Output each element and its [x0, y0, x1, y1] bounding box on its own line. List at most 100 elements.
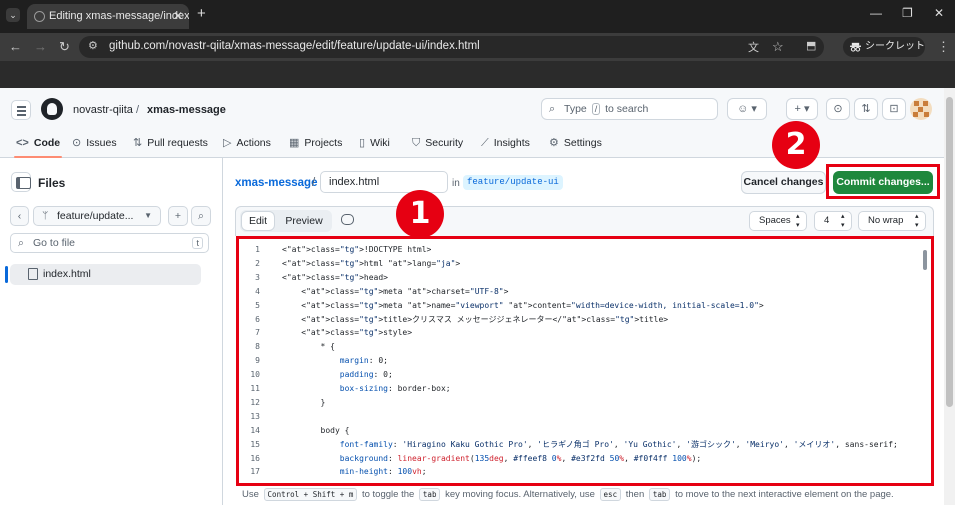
tab-label: Actions [236, 137, 271, 149]
tab-preview[interactable]: Preview [280, 211, 328, 231]
tab-edit[interactable]: Edit [241, 211, 275, 231]
browser-tab-title: Editing xmas-message/index. [49, 10, 189, 22]
pull-requests-icon[interactable]: ⇅ [854, 98, 878, 120]
incognito-icon [850, 42, 861, 52]
breadcrumb-repo[interactable]: xmas-message [147, 104, 226, 116]
tab-label: Security [425, 137, 464, 149]
branch-name: feature/update... [57, 210, 134, 222]
create-new-button[interactable]: + ▾ [786, 98, 818, 120]
incognito-chip[interactable]: シークレット [843, 37, 925, 57]
github-logo-icon[interactable] [41, 98, 63, 120]
list-item[interactable]: index.html [5, 264, 201, 285]
tab-label: Pull requests [147, 137, 208, 149]
hint-text: then [625, 489, 645, 500]
inbox-icon[interactable]: ⊡ [882, 98, 906, 120]
tab-security[interactable]: ⛉ Security [412, 133, 463, 158]
collapse-panel-icon[interactable] [11, 172, 31, 192]
new-tab-icon[interactable]: + [197, 5, 206, 22]
search-prefix: Type [564, 103, 587, 115]
browser-tab[interactable]: Editing xmas-message/index. ✕ [27, 4, 189, 29]
tab-actions[interactable]: ▷ Actions [223, 133, 271, 158]
editor-repo-link[interactable]: xmas-message [235, 177, 317, 189]
hint-key: Control + Shift + m [263, 488, 358, 501]
hint-key: tab [418, 488, 441, 501]
tab-search-icon[interactable]: ⌄ [6, 8, 20, 22]
copilot-icon[interactable] [341, 214, 354, 225]
avatar[interactable] [910, 98, 932, 120]
in-label: in [452, 178, 460, 189]
hint-text: key moving focus. Alternatively, use [445, 489, 595, 500]
branch-badge: feature/update-ui [463, 175, 563, 190]
hint-key: esc [599, 488, 622, 501]
annotation-badge-2: 2 [772, 121, 820, 169]
wrap-mode-select[interactable]: No wrap [858, 211, 926, 231]
branch-selector[interactable]: ᛘ feature/update... ▼ [33, 206, 161, 226]
tab-insights[interactable]: ⟋ Insights [481, 133, 530, 158]
tab-label: Projects [304, 137, 343, 149]
url-text[interactable]: github.com/novastr-qiita/xmas-message/ed… [109, 40, 480, 52]
issues-icon[interactable]: ⊙ [826, 98, 850, 120]
back-chevron-icon[interactable]: ‹ [10, 206, 29, 226]
page-scroll-thumb[interactable] [946, 97, 953, 407]
search-suffix: to search [605, 103, 649, 115]
graph-icon: ⟋ [481, 137, 489, 149]
restore-icon[interactable]: ❐ [902, 6, 913, 20]
indent-size-select[interactable]: 4 [814, 211, 852, 231]
tab-issues[interactable]: ⊙ Issues [72, 133, 117, 158]
minimize-icon[interactable]: — [870, 6, 882, 20]
download-icon[interactable]: ⬒ [806, 39, 816, 52]
browser-tabstrip: ⌄ Editing xmas-message/index. ✕ + — ❐ ✕ [0, 0, 955, 33]
tab-projects[interactable]: ▦ Projects [289, 133, 342, 158]
code-highlight-box [236, 236, 934, 486]
book-icon: ▯ [359, 137, 366, 149]
indent-mode-select[interactable]: Spaces [749, 211, 807, 231]
window-close-icon[interactable]: ✕ [934, 6, 944, 20]
chevron-down-icon: ▼ [144, 211, 152, 220]
github-favicon-icon [34, 11, 45, 22]
file-icon [28, 268, 38, 280]
branch-icon: ᛘ [42, 210, 49, 222]
bookmark-star-icon[interactable]: ☆ [772, 39, 784, 55]
translate-icon[interactable]: 文 [748, 39, 759, 55]
hint-text: to move to the next interactive element … [675, 489, 894, 500]
file-name: index.html [43, 268, 91, 280]
tab-code[interactable]: <> Code [13, 133, 63, 158]
search-icon: ⌕ [18, 237, 24, 249]
search-input[interactable]: ⌕ Type / to search [541, 98, 718, 120]
forward-icon[interactable]: → [34, 39, 47, 54]
site-info-icon[interactable]: ⚙ [88, 39, 98, 52]
hint-text: to toggle the [361, 489, 415, 500]
annotation-badge-1: 1 [396, 190, 444, 238]
shield-icon: ⛉ [412, 137, 421, 149]
play-icon: ▷ [223, 137, 232, 149]
hint-text: Use [242, 489, 259, 500]
search-icon: ⌕ [549, 103, 556, 115]
search-shortcut-key: / [591, 103, 601, 115]
tab-pull-requests[interactable]: ⇅ Pull requests [133, 133, 208, 158]
tab-label: Settings [563, 137, 602, 149]
hamburger-menu-icon[interactable] [11, 100, 31, 120]
cancel-changes-button[interactable]: Cancel changes [741, 171, 826, 194]
goto-file-input[interactable]: ⌕ Go to file t [10, 233, 209, 253]
reload-icon[interactable]: ↻ [59, 39, 70, 55]
close-icon[interactable]: ✕ [173, 4, 183, 29]
browser-menu-icon[interactable]: ⋮ [937, 39, 950, 55]
search-files-icon[interactable]: ⌕ [191, 206, 211, 226]
back-icon[interactable]: ← [9, 39, 22, 54]
tab-settings[interactable]: ⚙ Settings [549, 133, 602, 158]
filename-input[interactable]: index.html [320, 171, 448, 193]
goto-shortcut-key: t [192, 237, 203, 249]
table-icon: ▦ [289, 137, 300, 149]
gear-icon: ⚙ [549, 137, 559, 149]
tab-label: Code [33, 137, 61, 149]
breadcrumb-separator: / [136, 104, 140, 116]
breadcrumb-owner[interactable]: novastr-qiita [73, 104, 133, 116]
tab-label: Issues [86, 137, 117, 149]
editor-path-separator: / [312, 177, 316, 189]
copilot-button[interactable]: ☺ ▾ [727, 98, 767, 120]
tab-wiki[interactable]: ▯ Wiki [359, 133, 390, 158]
incognito-label: シークレット [865, 41, 925, 52]
panel-divider[interactable] [222, 158, 223, 505]
add-file-icon[interactable]: + [168, 206, 188, 226]
keyboard-hint: Use Control + Shift + m to toggle the ta… [242, 488, 894, 501]
